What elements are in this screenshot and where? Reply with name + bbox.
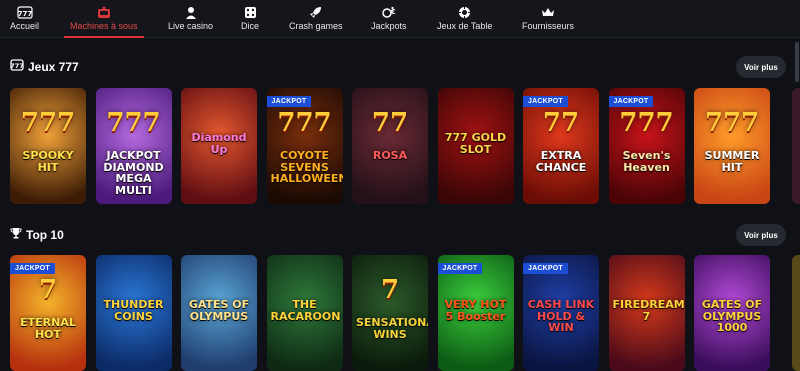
nav-fournisseurs[interactable]: Fournisseurs xyxy=(522,0,574,38)
game-sevens-art: 77 xyxy=(542,108,580,138)
section-title-text: Top 10 xyxy=(26,227,64,242)
nav-jeux-de-table[interactable]: Jeux de Table xyxy=(437,0,492,38)
nav-label: Machines à sous xyxy=(70,21,138,31)
live-dealer-icon xyxy=(185,5,197,19)
svg-text:777: 777 xyxy=(10,62,24,70)
dice-icon xyxy=(244,5,257,19)
game-title: GATES OF OLYMPUS 1000 xyxy=(701,298,763,335)
jackpot-badge: JACKPOT xyxy=(10,263,55,274)
game-sevens-art: 777 xyxy=(20,108,76,138)
game-title: VERY HOT 5 Booster xyxy=(444,298,507,323)
nav-label: Fournisseurs xyxy=(522,21,575,31)
page-scrollbar[interactable] xyxy=(795,42,799,82)
game-tile[interactable]: 7 ETERNAL HOT JACKPOT xyxy=(10,255,86,371)
jackpot-badge: JACKPOT xyxy=(437,263,483,274)
section-title-jeux-777: 777 Jeux 777 xyxy=(10,59,79,74)
nav-label: Jeux de Table xyxy=(437,21,493,31)
game-tile[interactable]: 777 COYOTE SEVENS HALLOWEEN JACKPOT xyxy=(266,88,343,204)
game-title: CASH LINK HOLD & WIN xyxy=(527,298,595,335)
game-tile[interactable]: 777 SUMMER HIT xyxy=(694,88,770,204)
game-tile[interactable]: FIREDREAM 7 xyxy=(608,255,685,371)
game-title: SPOOKY HIT xyxy=(22,149,74,174)
voir-plus-button[interactable]: Voir plus xyxy=(736,224,786,246)
game-tile[interactable]: THUNDER COINS xyxy=(95,255,172,371)
jackpot-coins-icon: € xyxy=(382,5,396,19)
game-tile[interactable]: GATES OF OLYMPUS 1000 xyxy=(694,255,770,371)
game-title: COYOTE SEVENS HALLOWEEN xyxy=(270,149,343,186)
jackpot-badge: JACKPOT xyxy=(608,96,654,107)
game-tile[interactable]: 7 SENSATIONAL WINS xyxy=(352,255,428,371)
game-title: SENSATIONAL WINS xyxy=(356,316,428,341)
game-tile[interactable]: THE RACAROON xyxy=(266,255,343,371)
game-tile[interactable]: 777 JACKPOT DIAMOND MEGA MULTI xyxy=(95,88,172,204)
slot-777-icon: 777 xyxy=(10,59,24,74)
game-sevens-art: 777 xyxy=(619,108,674,138)
slot-machine-icon xyxy=(97,5,111,19)
trophy-icon xyxy=(10,227,22,242)
game-title: EXTRA CHANCE xyxy=(535,149,587,174)
jackpot-badge: JACKPOT xyxy=(523,263,568,274)
voir-plus-button[interactable]: Voir plus xyxy=(736,56,786,78)
game-sevens-art: 7 xyxy=(38,275,58,305)
game-sevens-art: 77 xyxy=(371,108,409,138)
nav-live-casino[interactable]: Live casino xyxy=(168,0,213,38)
game-sevens-art: 777 xyxy=(704,108,760,138)
game-tile[interactable]: 777 GOLD SLOT xyxy=(437,88,514,204)
chip-icon xyxy=(458,5,471,19)
game-title: SUMMER HIT xyxy=(704,149,760,174)
game-title: ETERNAL HOT xyxy=(20,316,76,341)
game-title: FIREDREAM 7 xyxy=(612,298,685,323)
game-carousel-jeux-777: 777 SPOOKY HIT 777 JACKPOT DIAMOND MEGA MUL… xyxy=(10,88,800,204)
game-tile[interactable]: CASH LINK HOLD & WIN JACKPOT xyxy=(523,255,599,371)
nav-label: Dice xyxy=(241,21,260,31)
nav-crash-games[interactable]: Crash games xyxy=(289,0,343,38)
game-tile[interactable]: VERY HOT 5 Booster JACKPOT xyxy=(437,255,514,371)
game-sevens-art: 777 xyxy=(106,108,161,138)
rocket-icon xyxy=(309,5,322,19)
section-title-text: Jeux 777 xyxy=(28,59,79,74)
game-title: THUNDER COINS xyxy=(103,298,164,323)
game-title: GATES OF OLYMPUS xyxy=(188,298,250,323)
nav-dice[interactable]: Dice xyxy=(241,0,259,38)
game-tile[interactable]: 77 ROSA xyxy=(352,88,428,204)
nav-label: Jackpots xyxy=(371,21,407,31)
game-title: Seven's Heaven xyxy=(622,149,671,174)
game-tile[interactable]: 777 Seven's Heaven JACKPOT xyxy=(608,88,685,204)
nav-accueil[interactable]: 777 Accueil xyxy=(10,0,39,38)
game-tile[interactable]: 777 SPOOKY HIT xyxy=(10,88,86,204)
game-title: JACKPOT DIAMOND MEGA MULTI xyxy=(103,149,164,197)
section-title-top-10: Top 10 xyxy=(10,227,64,242)
game-tile[interactable]: 77 EXTRA CHANCE JACKPOT xyxy=(523,88,599,204)
category-navbar: 777 Accueil Machines à sous Live casino … xyxy=(0,0,800,38)
game-title: THE RACAROON xyxy=(270,298,341,323)
svg-text:€: € xyxy=(389,8,395,16)
game-title: 777 GOLD SLOT xyxy=(444,131,507,156)
game-tile[interactable]: Diamond Up xyxy=(181,88,257,204)
game-sevens-art: 7 xyxy=(380,275,400,305)
game-carousel-top-10: 7 ETERNAL HOT JACKPOT THUNDER COINS GATES OF… xyxy=(10,255,800,371)
svg-text:777: 777 xyxy=(17,10,32,18)
slot-777-icon: 777 xyxy=(16,5,33,19)
game-tile[interactable]: GATES OF OLYMPUS xyxy=(181,255,257,371)
game-title: ROSA xyxy=(372,149,408,162)
crown-icon xyxy=(541,5,555,19)
nav-jackpots[interactable]: € Jackpots xyxy=(371,0,407,38)
game-sevens-art: 777 xyxy=(277,108,332,138)
jackpot-badge: JACKPOT xyxy=(523,96,568,107)
nav-label: Accueil xyxy=(10,21,40,31)
game-title: Diamond Up xyxy=(191,131,247,156)
game-tile-partial[interactable] xyxy=(792,255,800,371)
nav-label: Live casino xyxy=(168,21,214,31)
jackpot-badge: JACKPOT xyxy=(266,96,312,107)
nav-machines-a-sous[interactable]: Machines à sous xyxy=(64,0,144,38)
game-tile-partial[interactable] xyxy=(792,88,800,204)
nav-label: Crash games xyxy=(289,21,343,31)
